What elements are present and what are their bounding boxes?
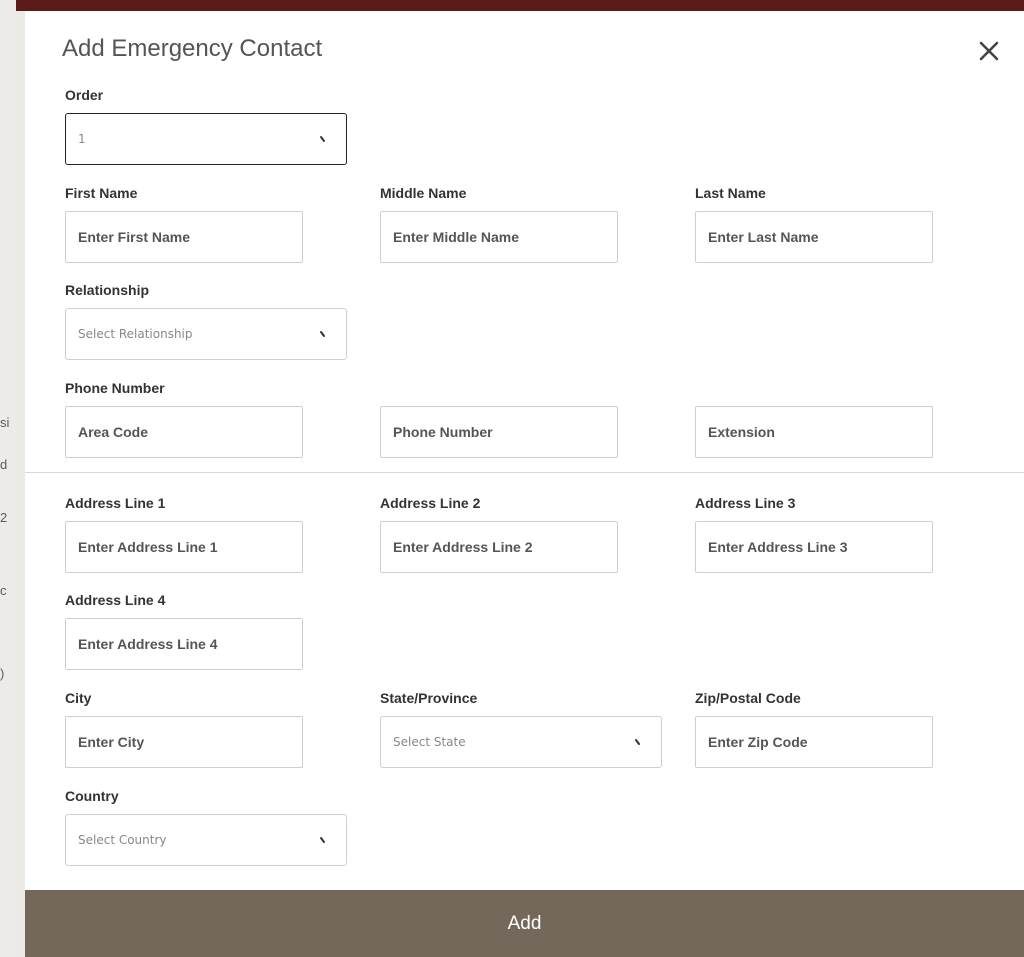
phone-number-input[interactable] bbox=[380, 406, 618, 458]
order-select-value: 1 bbox=[78, 132, 86, 146]
relationship-label: Relationship bbox=[65, 282, 150, 298]
chevron-down-icon bbox=[320, 136, 325, 142]
background-page bbox=[0, 0, 16, 957]
first-name-input[interactable] bbox=[65, 211, 303, 263]
country-select[interactable]: Select Country bbox=[65, 814, 347, 866]
add-emergency-contact-modal: Add Emergency Contact Order 1 First Name… bbox=[25, 11, 1024, 957]
address-line-2-input[interactable] bbox=[380, 521, 618, 573]
chevron-down-icon bbox=[635, 739, 640, 745]
chevron-down-icon bbox=[320, 837, 325, 843]
relationship-select[interactable]: Select Relationship bbox=[65, 308, 347, 360]
background-text-fragment: si bbox=[0, 415, 10, 430]
relationship-select-placeholder: Select Relationship bbox=[78, 327, 193, 341]
add-button[interactable]: Add bbox=[25, 890, 1024, 957]
address-line-4-input[interactable] bbox=[65, 618, 303, 670]
state-select-placeholder: Select State bbox=[393, 735, 466, 749]
city-input[interactable] bbox=[65, 716, 303, 768]
chevron-down-icon bbox=[320, 331, 325, 337]
area-code-input[interactable] bbox=[65, 406, 303, 458]
middle-name-input[interactable] bbox=[380, 211, 618, 263]
close-icon[interactable] bbox=[975, 37, 1003, 65]
background-text-fragment: c bbox=[0, 583, 7, 598]
address-line-3-label: Address Line 3 bbox=[695, 495, 796, 511]
address-line-2-label: Address Line 2 bbox=[380, 495, 481, 511]
last-name-label: Last Name bbox=[695, 185, 766, 201]
state-select[interactable]: Select State bbox=[380, 716, 662, 768]
zip-code-input[interactable] bbox=[695, 716, 933, 768]
address-line-4-label: Address Line 4 bbox=[65, 592, 166, 608]
modal-title: Add Emergency Contact bbox=[62, 35, 323, 62]
first-name-label: First Name bbox=[65, 185, 138, 201]
order-label: Order bbox=[65, 87, 104, 103]
background-header-bar bbox=[16, 0, 1024, 11]
background-text-fragment: ) bbox=[0, 666, 5, 681]
state-province-label: State/Province bbox=[380, 690, 478, 706]
middle-name-label: Middle Name bbox=[380, 185, 467, 201]
city-label: City bbox=[65, 690, 92, 706]
background-text-fragment: 2 bbox=[0, 510, 8, 525]
extension-input[interactable] bbox=[695, 406, 933, 458]
country-label: Country bbox=[65, 788, 119, 804]
section-divider bbox=[25, 472, 1024, 473]
order-select[interactable]: 1 bbox=[65, 113, 347, 165]
address-line-1-label: Address Line 1 bbox=[65, 495, 166, 511]
last-name-input[interactable] bbox=[695, 211, 933, 263]
address-line-3-input[interactable] bbox=[695, 521, 933, 573]
country-select-placeholder: Select Country bbox=[78, 833, 167, 847]
zip-postal-code-label: Zip/Postal Code bbox=[695, 690, 801, 706]
phone-number-label: Phone Number bbox=[65, 380, 165, 396]
address-line-1-input[interactable] bbox=[65, 521, 303, 573]
background-text-fragment: d bbox=[0, 457, 8, 472]
